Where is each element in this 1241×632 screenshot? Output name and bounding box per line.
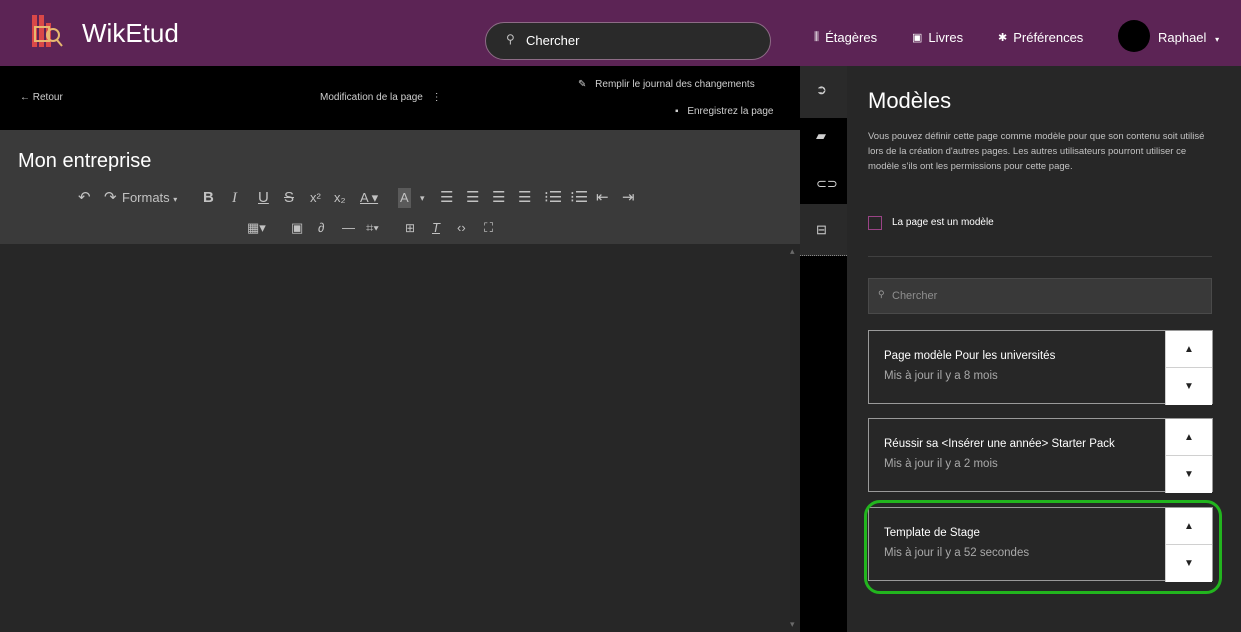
link-icon[interactable]: ∂ — [318, 218, 324, 238]
is-template-checkbox[interactable] — [868, 216, 882, 230]
circle-arrow-icon[interactable]: ➲ — [816, 82, 827, 98]
back-link[interactable]: ← Retour — [20, 92, 63, 103]
save-button[interactable]: ▪ Enregistrez la page — [675, 106, 774, 117]
template-card[interactable]: Réussir sa <Insérer une année> Starter P… — [868, 418, 1213, 493]
book-icon: ▣ — [912, 32, 923, 44]
template-controls: ▲ ▼ — [1165, 331, 1212, 405]
editing-label-text: Modification de la page — [320, 92, 423, 103]
template-search-input[interactable]: Chercher — [892, 290, 937, 302]
align-justify-icon[interactable]: ☰ — [518, 188, 531, 208]
avatar[interactable] — [1118, 20, 1150, 52]
superscript-icon[interactable]: x² — [310, 188, 321, 208]
highlight-color-icon[interactable]: A — [398, 188, 411, 208]
kebab-menu-icon: ⋮ — [431, 92, 442, 103]
align-center-icon[interactable]: ☰ — [466, 188, 479, 208]
code-icon[interactable]: ‹› — [457, 218, 466, 238]
numbered-list-icon[interactable]: ⁝☰ — [570, 188, 588, 208]
paperclip-icon[interactable]: ⊂⊃ — [816, 176, 838, 192]
media-icon[interactable]: ⊞ — [405, 218, 415, 238]
global-search-input[interactable]: Chercher — [526, 33, 579, 48]
indent-icon[interactable]: ⇥ — [622, 188, 635, 208]
chevron-up-icon[interactable]: ▲ — [1166, 331, 1212, 368]
underline-icon[interactable]: U — [258, 188, 269, 208]
image-icon[interactable]: ▣ — [291, 218, 303, 238]
template-meta: Mis à jour il y a 8 mois — [884, 370, 998, 382]
nav-books-label: Livres — [928, 30, 964, 45]
chevron-up-icon[interactable]: ▲ — [1166, 419, 1212, 456]
subscript-icon[interactable]: x₂ — [334, 188, 346, 208]
app-title[interactable]: WikEtud — [82, 18, 179, 49]
editor-scrollbar[interactable]: ▴ ▾ — [790, 244, 800, 632]
editor-title-band: Mon entreprise ↶ ↷ Formats ▾ B I U S x² … — [0, 130, 800, 244]
tag-icon[interactable]: ▰ — [816, 128, 826, 144]
toolbar-row-1: ↶ ↷ Formats ▾ B I U S x² x₂ A ▾ A ▾ ☰ ☰ … — [0, 188, 800, 208]
align-right-icon[interactable]: ☰ — [492, 188, 505, 208]
side-tabs: ➲ ▰ ⊂⊃ ⊟ — [800, 66, 847, 632]
template-card[interactable]: Page modèle Pour les universités Mis à j… — [868, 330, 1213, 405]
logo-icon[interactable] — [31, 13, 63, 49]
italic-icon[interactable]: I — [232, 188, 237, 208]
scroll-up-icon[interactable]: ▴ — [790, 246, 795, 257]
template-icon[interactable]: ⊟ — [816, 222, 827, 238]
fullscreen-icon[interactable]: ⛶ — [484, 218, 493, 238]
changelog-button[interactable]: ✎ Remplir le journal des changements — [578, 79, 755, 90]
changelog-label: Remplir le journal des changements — [595, 79, 755, 90]
page-title-input[interactable]: Mon entreprise — [18, 150, 151, 173]
strikethrough-icon[interactable]: S — [284, 188, 294, 208]
bold-icon[interactable]: B — [203, 188, 214, 208]
template-name: Page modèle Pour les universités — [884, 350, 1056, 362]
align-left-icon[interactable]: ☰ — [440, 188, 453, 208]
bullet-list-icon[interactable]: ⁝☰ — [544, 188, 562, 208]
search-icon: ⚲ — [506, 32, 515, 46]
outdent-icon[interactable]: ⇤ — [596, 188, 609, 208]
nav-books[interactable]: ▣ Livres — [912, 30, 963, 45]
nav-preferences[interactable]: ✱ Préférences — [998, 30, 1083, 45]
pencil-icon: ✎ — [578, 79, 587, 90]
editor-top-bar: ← Retour Modification de la page ⋮ ✎ Rem… — [0, 66, 800, 130]
formats-dropdown[interactable]: Formats ▾ — [122, 188, 177, 210]
chevron-down-icon[interactable]: ▼ — [1166, 368, 1212, 405]
save-label: Enregistrez la page — [687, 106, 774, 117]
panel-description: Vous pouvez définir cette page comme mod… — [868, 131, 1205, 172]
shelves-icon: ⫼ — [814, 31, 820, 43]
top-header: WikEtud ⚲ Chercher ⫼ Étagères ▣ Livres ✱… — [0, 0, 1241, 66]
toolbar-row-2: ▦▾ ▣ ∂ — ⌗▾ ⊞ T ‹› ⛶ — [0, 218, 800, 238]
is-template-label[interactable]: La page est un modèle — [892, 217, 994, 228]
save-icon: ▪ — [675, 106, 679, 117]
divider — [868, 256, 1212, 257]
editing-label[interactable]: Modification de la page ⋮ — [320, 92, 442, 103]
chevron-down-icon[interactable]: ▼ — [1166, 456, 1212, 493]
formats-label: Formats — [122, 190, 170, 205]
nav-shelves-label: Étagères — [825, 30, 878, 45]
template-meta: Mis à jour il y a 2 mois — [884, 458, 998, 470]
template-search[interactable]: ⚲ Chercher — [868, 278, 1212, 314]
nav-shelves[interactable]: ⫼ Étagères — [814, 30, 877, 45]
search-icon: ⚲ — [878, 289, 885, 299]
user-menu[interactable]: Raphael ▾ — [1158, 30, 1219, 45]
chevron-down-icon: ▾ — [173, 195, 178, 204]
nav-preferences-label: Préférences — [1013, 30, 1084, 45]
highlight-outline — [864, 500, 1222, 594]
template-name: Réussir sa <Insérer une année> Starter P… — [884, 438, 1115, 450]
table-icon[interactable]: ▦▾ — [247, 218, 266, 238]
editor-content-area[interactable]: ▴ ▾ — [0, 244, 800, 632]
user-name: Raphael — [1158, 30, 1207, 45]
horizontal-rule-icon[interactable]: — — [342, 218, 355, 238]
panel-title: Modèles — [868, 88, 952, 113]
gear-icon: ✱ — [998, 32, 1008, 44]
template-controls: ▲ ▼ — [1165, 419, 1212, 493]
scroll-down-icon[interactable]: ▾ — [790, 619, 795, 630]
global-search[interactable]: ⚲ Chercher — [485, 22, 771, 60]
chevron-down-icon: ▾ — [1215, 35, 1220, 44]
clear-format-icon[interactable]: T — [432, 218, 440, 238]
chevron-down-icon[interactable]: ▾ — [420, 188, 425, 208]
redo-icon[interactable]: ↷ — [104, 188, 117, 208]
drawing-icon[interactable]: ⌗▾ — [366, 218, 379, 238]
text-color-icon[interactable]: A ▾ — [360, 188, 378, 208]
page-scrollbar[interactable] — [1234, 66, 1241, 632]
undo-icon[interactable]: ↶ — [78, 188, 91, 208]
